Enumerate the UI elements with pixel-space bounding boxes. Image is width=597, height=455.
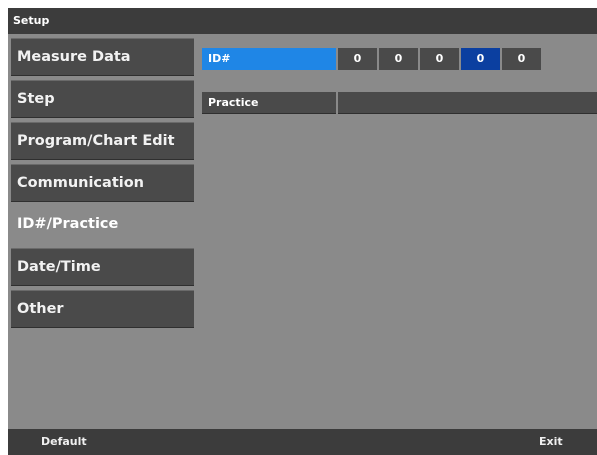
sidebar-item-measure-data[interactable]: Measure Data xyxy=(11,38,194,76)
practice-row: Practice xyxy=(202,92,597,114)
practice-label: Practice xyxy=(202,92,336,114)
practice-value-field[interactable] xyxy=(338,92,597,114)
sidebar-item-other[interactable]: Other xyxy=(11,290,194,328)
window-title: Setup xyxy=(13,14,50,27)
id-label[interactable]: ID# xyxy=(202,48,336,70)
id-digit-4[interactable]: 0 xyxy=(461,48,500,70)
sidebar-item-step[interactable]: Step xyxy=(11,80,194,118)
id-digit-1[interactable]: 0 xyxy=(338,48,377,70)
id-digit-3[interactable]: 0 xyxy=(420,48,459,70)
footer-bar: Default Exit xyxy=(8,429,597,455)
sidebar-item-communication[interactable]: Communication xyxy=(11,164,194,202)
id-digit-5[interactable]: 0 xyxy=(502,48,541,70)
default-button[interactable]: Default xyxy=(41,429,87,455)
id-row: ID# 0 0 0 0 0 xyxy=(202,48,597,70)
exit-button[interactable]: Exit xyxy=(539,429,563,455)
sidebar-item-program-chart-edit[interactable]: Program/Chart Edit xyxy=(11,122,194,160)
id-digit-2[interactable]: 0 xyxy=(379,48,418,70)
sidebar-item-id-practice[interactable]: ID#/Practice xyxy=(11,206,194,244)
sidebar-item-date-time[interactable]: Date/Time xyxy=(11,248,194,286)
title-bar: Setup xyxy=(8,8,597,34)
setup-screen: Setup Measure Data Step Program/Chart Ed… xyxy=(8,8,597,455)
